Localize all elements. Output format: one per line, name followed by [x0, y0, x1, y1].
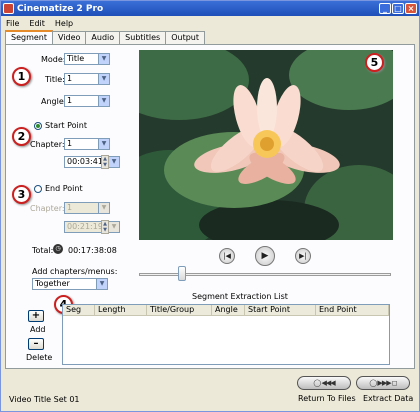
title-label: Title: [45, 75, 65, 84]
title-bar: Cinematize 2 Pro _ □ × [1, 1, 419, 16]
end-chapter-label: Chapter: [30, 204, 65, 213]
angle-value: 1 [67, 96, 73, 105]
start-chapter-value: 1 [67, 139, 73, 148]
rewind-icon: ◯ ◀◀◀ [313, 379, 335, 387]
tab-strip: Segment Video Audio Subtitles Output [5, 30, 206, 44]
minus-icon: – [33, 338, 39, 349]
total-value: 00:17:38:08 [68, 246, 117, 255]
callout-2: 2 [12, 127, 31, 146]
end-time-stepper[interactable]: ▲ ▼ [101, 220, 109, 234]
column-title-group[interactable]: Title/Group [147, 305, 212, 315]
chevron-down-icon: ▼ [96, 279, 107, 289]
callout-3: 3 [12, 185, 31, 204]
delete-button[interactable]: – [28, 338, 44, 350]
callout-1: 1 [12, 67, 31, 86]
tab-video[interactable]: Video [52, 31, 87, 44]
column-end-point[interactable]: End Point [316, 305, 389, 315]
status-bar: Video Title Set 01 ◯ ◀◀◀ Return To Files… [1, 371, 419, 411]
water-lily-image [139, 50, 393, 240]
app-icon [3, 3, 14, 14]
extraction-list-title: Segment Extraction List [192, 292, 288, 301]
add-chapters-value: Together [35, 279, 70, 288]
title-value: 1 [67, 74, 73, 83]
chevron-down-icon: ▼ [98, 54, 109, 64]
end-chapter-value: 1 [67, 203, 73, 212]
extract-data-button[interactable]: ◯ ▶▶▶ ◻ [356, 376, 410, 390]
chevron-down-icon: ▼ [108, 157, 119, 167]
menu-help[interactable]: Help [55, 19, 73, 28]
start-chapter-select[interactable]: 1 ▼ [64, 138, 110, 150]
total-label: Total: [32, 246, 54, 255]
chevron-down-icon: ▼ [108, 222, 119, 232]
clock-icon: ◷ [53, 244, 63, 254]
delete-label: Delete [26, 353, 53, 362]
chevron-down-icon: ▼ [98, 74, 109, 84]
menu-bar: File Edit Help [1, 16, 419, 30]
title-select[interactable]: 1 ▼ [64, 73, 110, 85]
skip-back-icon[interactable]: |◀ [219, 248, 235, 264]
tab-audio[interactable]: Audio [85, 31, 121, 44]
status-text: Video Title Set 01 [9, 395, 80, 404]
video-preview: 5 [139, 50, 393, 240]
menu-edit[interactable]: Edit [29, 19, 45, 28]
menu-file[interactable]: File [6, 19, 19, 28]
start-time-field[interactable]: 00:03:41:05 ▼ [64, 156, 120, 168]
list-header: Seg Length Title/Group Angle Start Point… [63, 305, 389, 316]
close-icon[interactable]: × [405, 3, 417, 14]
angle-select[interactable]: 1 ▼ [64, 95, 110, 107]
chevron-down-icon: ▼ [98, 203, 109, 213]
end-chapter-select[interactable]: 1 ▼ [64, 202, 110, 214]
play-icon[interactable]: ▶ [255, 246, 275, 266]
start-point-radio[interactable] [34, 122, 42, 130]
add-label: Add [30, 325, 46, 334]
mode-select[interactable]: Title ▼ [64, 53, 110, 65]
tab-output[interactable]: Output [165, 31, 206, 44]
timeline-slider-thumb[interactable] [178, 266, 186, 281]
chevron-down-icon: ▼ [98, 96, 109, 106]
segment-panel: 1 Mode: Title ▼ Title: 1 ▼ Angle: 1 ▼ 2 … [5, 44, 415, 369]
end-point-radio[interactable] [34, 185, 42, 193]
callout-5: 5 [365, 53, 384, 72]
column-seg[interactable]: Seg [63, 305, 95, 315]
window-title: Cinematize 2 Pro [17, 3, 104, 14]
add-button[interactable]: + [28, 310, 44, 322]
app-window: Cinematize 2 Pro _ □ × File Edit Help Se… [0, 0, 420, 412]
start-chapter-label: Chapter: [30, 140, 65, 149]
start-point-label: Start Point [45, 121, 87, 130]
extract-data-label: Extract Data [363, 394, 414, 403]
add-chapters-label: Add chapters/menus: [32, 267, 118, 276]
column-angle[interactable]: Angle [212, 305, 245, 315]
column-length[interactable]: Length [95, 305, 147, 315]
angle-label: Angle: [41, 97, 67, 106]
timeline-slider-track[interactable] [139, 273, 391, 276]
return-to-files-button[interactable]: ◯ ◀◀◀ [297, 376, 351, 390]
plus-icon: + [31, 310, 41, 321]
minimize-icon[interactable]: _ [379, 3, 391, 14]
mode-value: Title [67, 54, 85, 63]
tab-subtitles[interactable]: Subtitles [119, 31, 167, 44]
fast-forward-icon: ◯ ▶▶▶ ◻ [369, 379, 397, 387]
column-start-point[interactable]: Start Point [245, 305, 316, 315]
skip-forward-icon[interactable]: ▶| [295, 248, 311, 264]
end-point-label: End Point [45, 184, 83, 193]
start-time-stepper[interactable]: ▲ ▼ [101, 155, 109, 169]
mode-label: Mode: [41, 55, 66, 64]
end-time-field[interactable]: 00:21:19:13 ▼ [64, 221, 120, 233]
chevron-down-icon: ▼ [98, 139, 109, 149]
return-to-files-label: Return To Files [298, 394, 356, 403]
tab-segment[interactable]: Segment [5, 30, 53, 44]
segment-extraction-list[interactable]: Seg Length Title/Group Angle Start Point… [62, 304, 390, 365]
add-chapters-select[interactable]: Together ▼ [32, 278, 108, 290]
maximize-icon[interactable]: □ [392, 3, 404, 14]
